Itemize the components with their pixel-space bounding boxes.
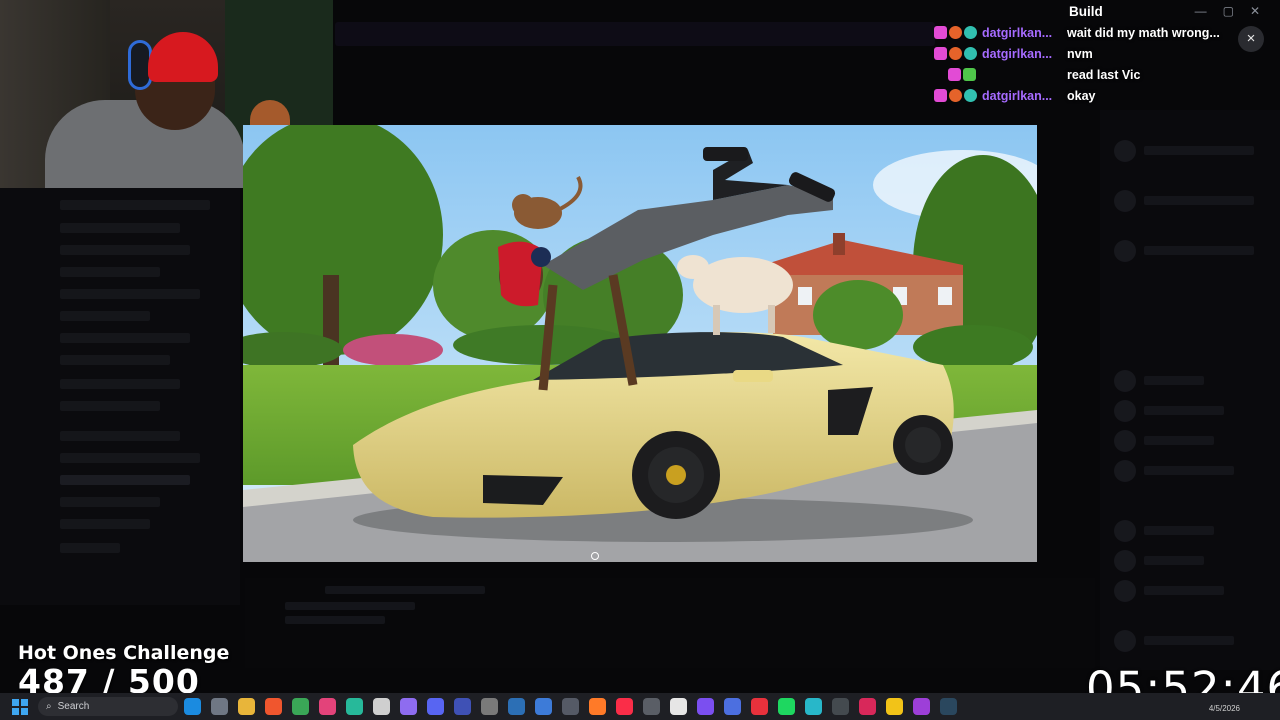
- subscriber-badge-icon: [934, 47, 947, 60]
- teal-badge-icon: [964, 26, 977, 39]
- file-explorer-icon[interactable]: [238, 698, 255, 715]
- gift-badge-icon: [949, 47, 962, 60]
- search-icon: ⌕: [46, 701, 52, 712]
- capcut-icon[interactable]: [670, 698, 687, 715]
- chrome-icon[interactable]: [292, 698, 309, 715]
- badges: [930, 68, 982, 81]
- app-purple-icon[interactable]: [913, 698, 930, 715]
- taskbar: ⌕ Search 4/5/2026: [0, 693, 1280, 720]
- firefox-icon[interactable]: [589, 698, 606, 715]
- chat-text: okay: [1067, 88, 1096, 103]
- badges: [930, 47, 982, 60]
- chat-message: datgirlkan... okay: [930, 85, 1230, 106]
- music-icon[interactable]: [616, 698, 633, 715]
- chat-username[interactable]: datgirlkan...: [982, 89, 1067, 103]
- capture-icon[interactable]: [481, 698, 498, 715]
- app-diamond-icon[interactable]: [724, 698, 741, 715]
- badges: [930, 89, 982, 102]
- app-magenta-icon[interactable]: [859, 698, 876, 715]
- stream-screen: W A —▢✕: [0, 0, 1280, 720]
- app-blue-icon[interactable]: [535, 698, 552, 715]
- system-date: 4/5/2026: [1208, 704, 1240, 713]
- challenge-overlay: Hot Ones Challenge 487 / 500: [18, 642, 229, 700]
- settings-icon[interactable]: [211, 698, 228, 715]
- subscriber-badge-icon: [934, 26, 947, 39]
- gift-badge-icon: [949, 89, 962, 102]
- green-badge-icon: [963, 68, 976, 81]
- challenge-title: Hot Ones Challenge: [18, 642, 230, 664]
- arrow-app-icon[interactable]: [562, 698, 579, 715]
- chat-message: datgirlkan... nvm: [930, 43, 1230, 64]
- taskbar-search[interactable]: ⌕ Search: [38, 697, 178, 716]
- notice-banner: [335, 22, 935, 46]
- vegas-icon[interactable]: [454, 698, 471, 715]
- gift-badge-icon: [949, 26, 962, 39]
- github-icon[interactable]: [373, 698, 390, 715]
- notes-icon[interactable]: [697, 698, 714, 715]
- app-grey-icon[interactable]: [643, 698, 660, 715]
- discord-icon[interactable]: [427, 698, 444, 715]
- chat-text: read last Vic: [1067, 67, 1141, 82]
- member-list: [1100, 110, 1280, 670]
- badges: [930, 26, 982, 39]
- photoshop-icon[interactable]: [508, 698, 525, 715]
- subscriber-badge-icon: [948, 68, 961, 81]
- chat-username[interactable]: datgirlkan...: [982, 47, 1067, 61]
- windows-start-icon[interactable]: [12, 698, 28, 715]
- teal-badge-icon: [964, 47, 977, 60]
- ai-generated-image[interactable]: [243, 125, 1037, 562]
- app-teal-icon[interactable]: [346, 698, 363, 715]
- search-label: Search: [57, 701, 90, 712]
- chat-message: read last Vic: [930, 64, 1230, 85]
- subscriber-badge-icon: [934, 89, 947, 102]
- message-area: [245, 578, 1095, 668]
- edge-icon[interactable]: [184, 698, 201, 715]
- close-icon[interactable]: ×: [1238, 26, 1264, 52]
- chat-message: datgirlkan... wait did my math wrong...: [930, 22, 1230, 43]
- app-dark-icon[interactable]: [832, 698, 849, 715]
- zoom-cursor-icon: [591, 552, 599, 560]
- app-cyan-icon[interactable]: [805, 698, 822, 715]
- chat-username[interactable]: datgirlkan...: [982, 26, 1067, 40]
- teal-badge-icon: [964, 89, 977, 102]
- app-red-icon[interactable]: [751, 698, 768, 715]
- app-pink-icon[interactable]: [319, 698, 336, 715]
- spotify-icon[interactable]: [778, 698, 795, 715]
- channel-sidebar: [0, 185, 240, 605]
- steam-icon[interactable]: [940, 698, 957, 715]
- game-controller-icon[interactable]: [400, 698, 417, 715]
- chat-text: wait did my math wrong...: [1067, 25, 1220, 40]
- brave-icon[interactable]: [265, 698, 282, 715]
- chat-overlay: datgirlkan... wait did my math wrong... …: [930, 2, 1230, 106]
- app-yellow-icon[interactable]: [886, 698, 903, 715]
- chat-text: nvm: [1067, 46, 1093, 61]
- taskbar-icons: [184, 698, 957, 715]
